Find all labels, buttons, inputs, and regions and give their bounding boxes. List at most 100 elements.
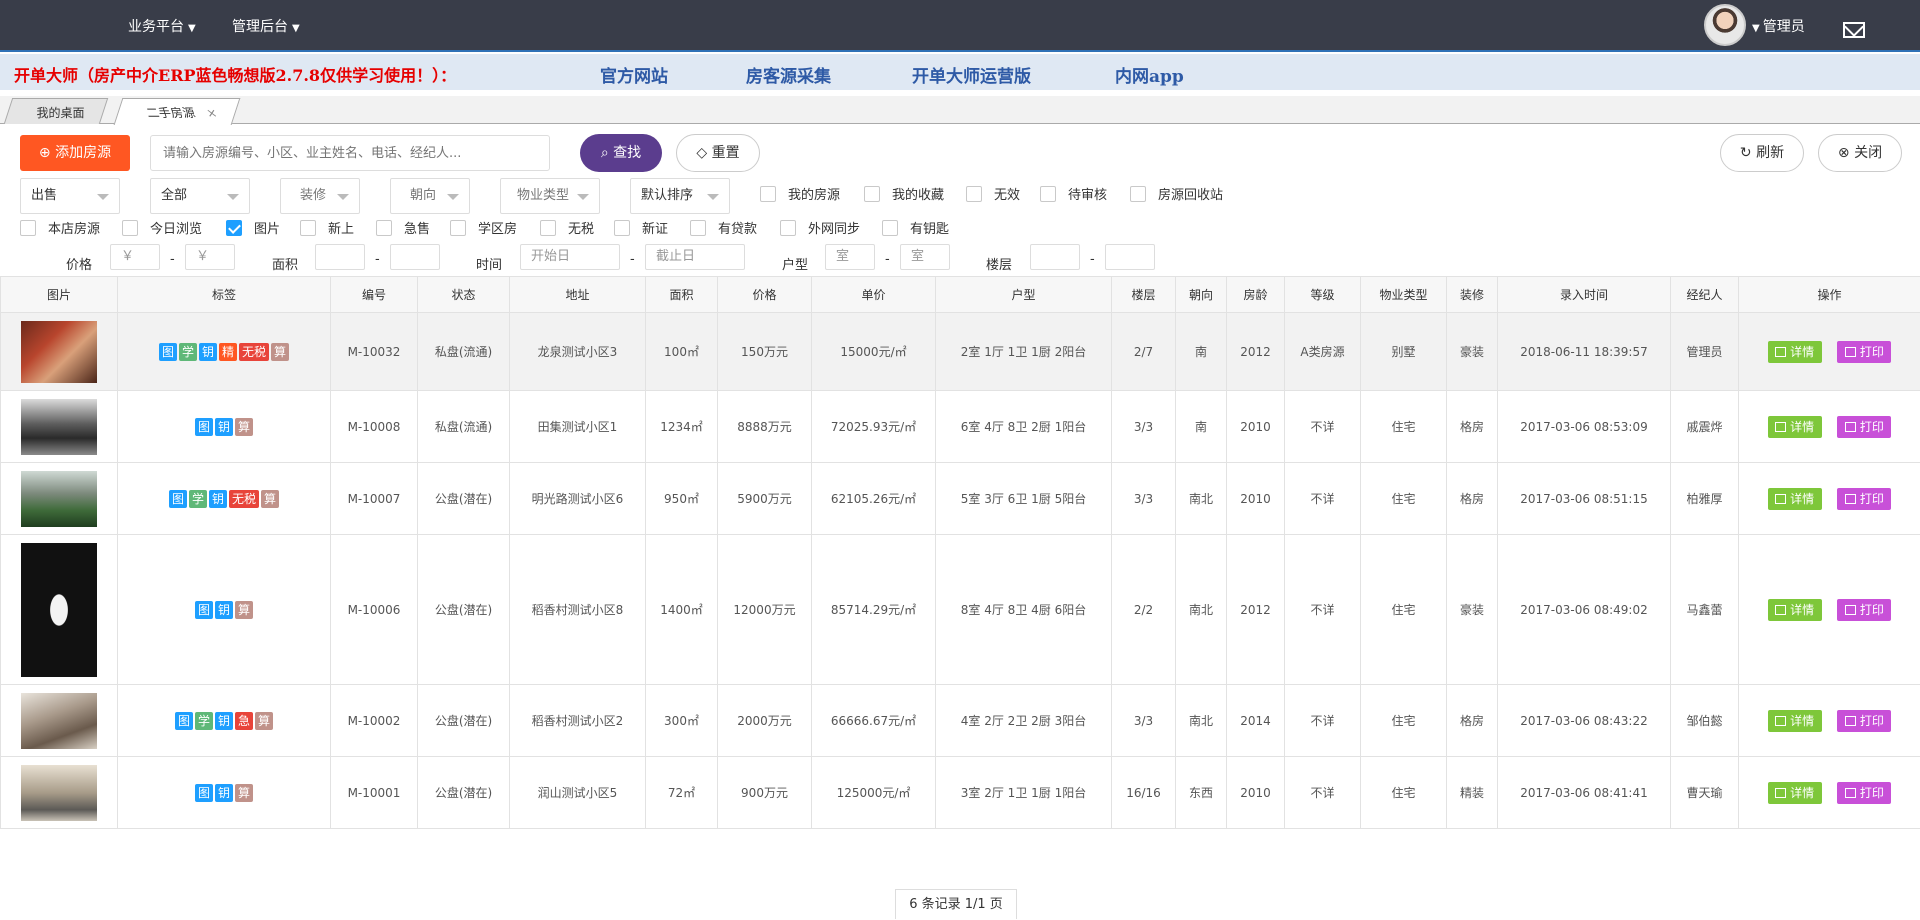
print-button[interactable]: 打印	[1837, 340, 1892, 363]
detail-button[interactable]: 详情	[1767, 781, 1822, 804]
checkbox-school-district[interactable]: 学区房	[450, 220, 517, 240]
close-button[interactable]: ⊗ 关闭	[1818, 134, 1902, 172]
checkbox-new-listing[interactable]: 新上	[300, 220, 354, 240]
tab-my-desktop[interactable]: 我的桌面	[3, 98, 109, 124]
area-min-input[interactable]	[315, 244, 365, 270]
floor-min-input[interactable]	[1030, 244, 1080, 270]
checkbox-invalid[interactable]: 无效	[966, 186, 1020, 206]
checkbox-viewed-today[interactable]: 今日浏览	[122, 220, 202, 240]
checkbox-urgent-sale[interactable]: 急售	[376, 220, 430, 240]
checkbox-my-houses[interactable]: 我的房源	[760, 186, 840, 206]
checkbox-label: 有贷款	[718, 222, 758, 237]
print-button[interactable]: 打印	[1837, 598, 1892, 621]
select-status[interactable]: 全部	[150, 178, 250, 214]
cell-code[interactable]: M-10032	[330, 312, 418, 391]
print-button[interactable]: 打印	[1837, 415, 1892, 438]
cell-address: 田集测试小区1	[509, 390, 646, 463]
nav-admin-backend[interactable]: 管理后台 ▼	[232, 16, 300, 36]
detail-button[interactable]: 详情	[1767, 709, 1822, 732]
checkbox-recycle-bin[interactable]: 房源回收站	[1130, 186, 1223, 206]
room-max-input[interactable]: 室	[900, 244, 950, 270]
banner-link-collect[interactable]: 房客源采集	[746, 62, 831, 87]
detail-button[interactable]: 详情	[1767, 487, 1822, 510]
room-min-input[interactable]: 室	[825, 244, 875, 270]
select-decoration[interactable]: 装修	[280, 178, 360, 214]
end-date-input[interactable]: 截止日	[645, 244, 745, 270]
table-row[interactable]: 图钥算 M-10001 公盘(潜在) 润山测试小区5 72㎡ 900万元 125000元/㎡…	[0, 756, 1920, 829]
select-orientation[interactable]: 朝向	[390, 178, 470, 214]
checkbox-has-loan[interactable]: 有贷款	[690, 220, 757, 240]
cell-tags: 图钥算	[117, 534, 331, 685]
cell-decoration: 精装	[1446, 756, 1498, 829]
checkbox-my-favorites[interactable]: 我的收藏	[864, 186, 944, 206]
price-max-input[interactable]: ￥	[185, 244, 235, 270]
floor-max-input[interactable]	[1105, 244, 1155, 270]
search-label: 查找	[613, 145, 642, 161]
area-max-input[interactable]	[390, 244, 440, 270]
tag-badge: 图	[194, 417, 213, 436]
table-row[interactable]: 图钥算 M-10008 私盘(流通) 田集测试小区1 1234㎡ 8888万元 72025.…	[0, 390, 1920, 463]
checkbox-box	[300, 220, 316, 236]
table-row[interactable]: 图学钥无税算 M-10007 公盘(潜在) 明光路测试小区6 950㎡ 5900万元 621…	[0, 462, 1920, 535]
print-button[interactable]: 打印	[1837, 709, 1892, 732]
close-tab-icon[interactable]: ×	[204, 106, 219, 120]
house-photo[interactable]	[21, 764, 97, 821]
add-house-button[interactable]: ⊕ 添加房源	[20, 135, 130, 171]
house-photo[interactable]	[21, 542, 97, 677]
table-row[interactable]: 图学钥急算 M-10002 公盘(潜在) 稻香村测试小区2 300㎡ 2000万元 6666…	[0, 684, 1920, 757]
cell-code[interactable]: M-10006	[330, 534, 418, 685]
checkbox-new-certificate[interactable]: 新证	[614, 220, 668, 240]
nav-business-platform[interactable]: 业务平台 ▼	[128, 16, 196, 36]
detail-button[interactable]: 详情	[1767, 598, 1822, 621]
checkbox-with-photos[interactable]: 图片	[226, 220, 280, 240]
checkbox-store-houses[interactable]: 本店房源	[20, 220, 100, 240]
banner-link-ops[interactable]: 开单大师运营版	[912, 62, 1031, 87]
tab-second-hand-houses[interactable]: 二手房源 ×	[113, 98, 241, 125]
checkbox-web-sync[interactable]: 外网同步	[780, 220, 860, 240]
refresh-button[interactable]: ↻ 刷新	[1720, 134, 1804, 172]
cell-code[interactable]: M-10008	[330, 390, 418, 463]
select-property-type[interactable]: 物业类型	[500, 178, 600, 214]
cell-unit-price: 85714.29元/㎡	[811, 534, 936, 685]
house-photo[interactable]	[21, 470, 97, 527]
house-photo[interactable]	[21, 398, 97, 455]
print-button[interactable]: 打印	[1837, 487, 1892, 510]
cell-code[interactable]: M-10007	[330, 462, 418, 535]
user-avatar[interactable]	[1704, 4, 1746, 46]
price-min-input[interactable]: ￥	[110, 244, 160, 270]
banner-link-intranet-app[interactable]: 内网app	[1115, 62, 1184, 87]
print-button[interactable]: 打印	[1837, 781, 1892, 804]
detail-button[interactable]: 详情	[1767, 340, 1822, 363]
select-transaction-type[interactable]: 出售	[20, 178, 120, 214]
cell-operation: 详情 打印	[1738, 390, 1920, 463]
table-row[interactable]: 图学钥精无税算 M-10032 私盘(流通) 龙泉测试小区3 100㎡ 150万元 1500…	[0, 312, 1920, 391]
cell-status: 公盘(潜在)	[417, 684, 510, 757]
cell-photo	[0, 756, 118, 829]
table-row[interactable]: 图钥算 M-10006 公盘(潜在) 稻香村测试小区8 1400㎡ 12000万元 8571…	[0, 534, 1920, 685]
print-icon	[1844, 787, 1856, 798]
cell-code[interactable]: M-10001	[330, 756, 418, 829]
dropdown-arrow-icon	[337, 194, 349, 200]
tag-badge: 图	[168, 489, 187, 508]
cell-orientation: 南	[1175, 390, 1227, 463]
mail-icon[interactable]	[1843, 22, 1865, 38]
reset-button[interactable]: ◇ 重置	[676, 134, 760, 172]
detail-button[interactable]: 详情	[1767, 415, 1822, 438]
banner-link-official[interactable]: 官方网站	[600, 62, 668, 87]
search-button[interactable]: ⌕ 查找	[580, 134, 662, 172]
select-sort-order[interactable]: 默认排序	[630, 178, 730, 214]
cell-property-type: 住宅	[1360, 684, 1447, 757]
checkbox-has-key[interactable]: 有钥匙	[882, 220, 949, 240]
dropdown-arrow-icon	[227, 194, 239, 200]
tag-badge: 图	[194, 783, 213, 802]
search-input[interactable]	[150, 135, 550, 171]
tag-badge: 算	[261, 489, 280, 508]
house-photo[interactable]	[21, 692, 97, 749]
print-label: 打印	[1859, 785, 1884, 800]
checkbox-tax-free[interactable]: 无税	[540, 220, 594, 240]
start-date-input[interactable]: 开始日	[520, 244, 620, 270]
checkbox-pending-review[interactable]: 待审核	[1040, 186, 1107, 206]
house-photo[interactable]	[21, 320, 97, 383]
user-menu[interactable]: ▼ 管理员	[1752, 16, 1805, 36]
cell-code[interactable]: M-10002	[330, 684, 418, 757]
